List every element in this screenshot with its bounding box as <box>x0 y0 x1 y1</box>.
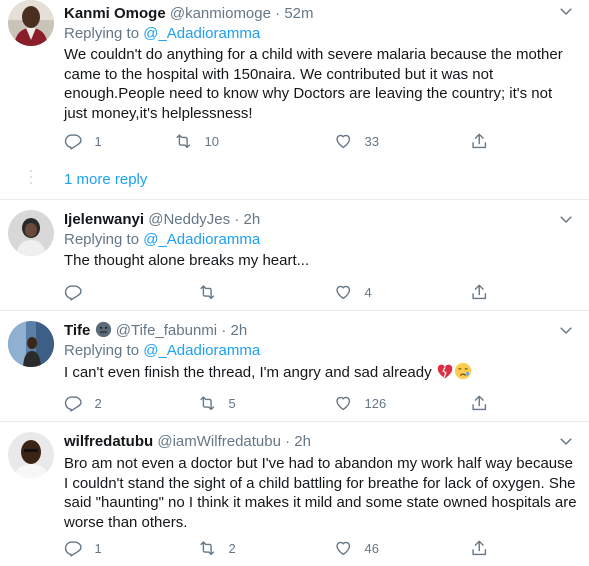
avatar[interactable] <box>8 210 54 256</box>
timestamp[interactable]: 2h <box>294 433 311 450</box>
separator-dot: · <box>221 322 227 339</box>
chevron-down-icon[interactable] <box>557 432 575 450</box>
sad-face-emoji-icon <box>454 362 471 380</box>
tweet-body: I can't even finish the thread, I'm angr… <box>64 362 579 383</box>
user-handle[interactable]: @iamWilfredatubu <box>157 433 281 450</box>
like-count: 33 <box>364 133 379 149</box>
retweet-icon <box>200 396 215 410</box>
retweet-icon <box>200 541 215 555</box>
share-button[interactable] <box>470 538 489 558</box>
reply-count: 2 <box>94 395 102 411</box>
retweet-button[interactable]: 10 <box>174 131 219 151</box>
separator-dot: · <box>275 5 281 22</box>
like-count: 4 <box>364 284 372 300</box>
replying-to: Replying to @_Adadioramma <box>64 24 579 44</box>
like-button[interactable]: 126 <box>334 393 386 413</box>
share-icon <box>472 395 487 410</box>
display-name[interactable]: wilfredatubu <box>64 433 153 450</box>
retweet-count: 5 <box>228 395 236 411</box>
chevron-down-icon[interactable] <box>557 210 575 228</box>
avatar[interactable] <box>8 432 54 478</box>
show-more-replies-link[interactable]: 1 more reply <box>64 171 147 188</box>
like-button[interactable]: 4 <box>334 282 372 302</box>
face-emoji-icon <box>95 321 111 338</box>
share-icon <box>472 133 487 148</box>
chevron-down-icon[interactable] <box>557 2 575 20</box>
replying-prefix: Replying to <box>64 342 144 359</box>
replying-to: Replying to @_Adadioramma <box>64 230 579 250</box>
share-icon <box>472 284 487 299</box>
user-handle[interactable]: @kanmiomoge <box>170 5 271 22</box>
reply-count: 1 <box>94 540 102 556</box>
avatar[interactable] <box>8 0 54 46</box>
timestamp[interactable]: 2h <box>230 322 247 339</box>
reply-button[interactable] <box>64 282 95 302</box>
share-button[interactable] <box>470 393 489 413</box>
reply-icon <box>64 285 82 301</box>
tweet-header: Ijelenwanyi @NeddyJes · 2h <box>64 210 579 230</box>
tweet-header: Tife @Tife_fabunmi · 2h <box>64 321 579 341</box>
replying-prefix: Replying to <box>64 25 144 42</box>
retweet-button[interactable] <box>198 282 229 302</box>
user-handle[interactable]: @NeddyJes <box>148 211 230 228</box>
replying-prefix: Replying to <box>64 231 144 248</box>
timestamp[interactable]: 2h <box>244 211 261 228</box>
heart-icon <box>336 541 351 555</box>
replying-to: Replying to @_Adadioramma <box>64 341 579 361</box>
broken-heart-emoji-icon <box>437 364 453 379</box>
reply-button[interactable]: 2 <box>64 393 102 413</box>
tweet-text: The thought alone breaks my heart... <box>64 252 310 269</box>
timestamp[interactable]: 52m <box>284 5 313 22</box>
display-name[interactable]: Tife <box>64 322 90 339</box>
separator-dot: · <box>285 433 291 450</box>
chevron-down-icon[interactable] <box>557 321 575 339</box>
tweet-header: wilfredatubu @iamWilfredatubu · 2h <box>64 432 579 452</box>
share-icon <box>472 540 487 555</box>
retweet-count: 10 <box>204 133 219 149</box>
heart-icon <box>336 396 351 410</box>
retweet-button[interactable]: 2 <box>198 538 236 558</box>
retweet-count: 2 <box>228 540 236 556</box>
heart-icon <box>336 285 351 299</box>
reply-icon <box>64 541 82 557</box>
tweet-text: Bro am not even a doctor but I've had to… <box>64 455 577 531</box>
display-name[interactable]: Kanmi Omoge <box>64 5 166 22</box>
replying-mention[interactable]: @_Adadioramma <box>143 25 260 42</box>
avatar[interactable] <box>8 321 54 367</box>
reply-count: 1 <box>94 133 102 149</box>
tweet-actions: 1 2 46 <box>64 538 524 558</box>
like-button[interactable]: 46 <box>334 538 379 558</box>
reply-icon <box>64 134 82 150</box>
reply-icon <box>64 396 82 412</box>
tweet-text: We couldn't do anything for a child with… <box>64 46 563 122</box>
like-count: 46 <box>364 540 379 556</box>
retweet-icon <box>176 134 191 148</box>
retweet-icon <box>200 285 215 299</box>
tweet-actions: 2 5 126 <box>64 393 524 413</box>
thread-connector <box>30 170 32 188</box>
replying-mention[interactable]: @_Adadioramma <box>143 342 260 359</box>
tweet-text: I can't even finish the thread, I'm angr… <box>64 364 432 381</box>
replying-mention[interactable]: @_Adadioramma <box>143 231 260 248</box>
display-name[interactable]: Ijelenwanyi <box>64 211 144 228</box>
reply-button[interactable]: 1 <box>64 538 102 558</box>
heart-icon <box>336 134 351 148</box>
user-handle[interactable]: @Tife_fabunmi <box>116 322 217 339</box>
tweet-actions: 1 10 33 <box>64 131 524 151</box>
reply-button[interactable]: 1 <box>64 131 102 151</box>
tweet-actions: 4 <box>64 282 524 302</box>
like-button[interactable]: 33 <box>334 131 379 151</box>
tweet-header: Kanmi Omoge @kanmiomoge · 52m <box>64 4 579 24</box>
retweet-button[interactable]: 5 <box>198 393 236 413</box>
share-button[interactable] <box>470 282 489 302</box>
like-count: 126 <box>364 395 387 411</box>
share-button[interactable] <box>470 131 489 151</box>
separator-dot: · <box>234 211 240 228</box>
